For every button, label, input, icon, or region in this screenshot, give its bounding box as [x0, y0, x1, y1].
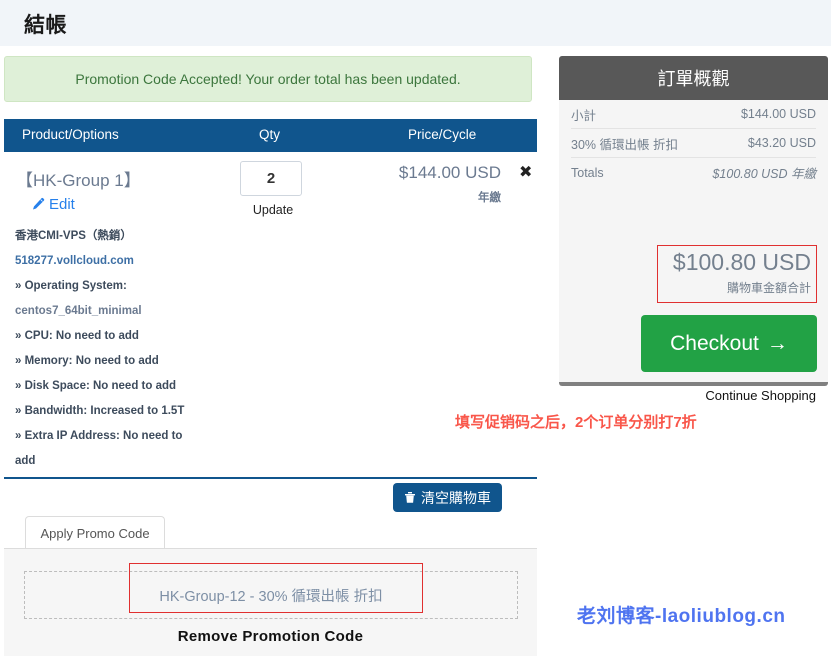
section-divider — [4, 477, 537, 479]
order-summary-heading: 訂單概觀 — [559, 56, 828, 100]
spec-line-5: » Bandwidth: Increased to 1.5T — [15, 405, 185, 417]
column-header-qty: Qty — [259, 127, 281, 142]
summary-row-discount: 30% 循環出帳 折扣 $43.20 USD — [571, 129, 816, 158]
summary-value-totals: $100.80 USD 年繳 — [712, 167, 816, 181]
promo-code-panel: HK-Group-12 - 30% 循環出帳 折扣 Remove Promoti… — [4, 548, 537, 656]
summary-row-subtotal: 小計 $144.00 USD — [571, 100, 816, 129]
spec-line-3: » Memory: No need to add — [15, 355, 159, 367]
close-icon[interactable]: ✖ — [519, 165, 532, 181]
update-quantity-link[interactable]: Update — [247, 203, 299, 217]
edit-product-link[interactable]: Edit — [30, 196, 75, 213]
spec-line-0: » Operating System: — [15, 280, 127, 292]
page-title: 結帳 — [24, 14, 67, 37]
summary-row-totals: Totals $100.80 USD 年繳 — [571, 158, 816, 187]
trash-icon — [404, 491, 416, 504]
tab-label: Apply Promo Code — [40, 525, 150, 541]
summary-value-subtotal: $144.00 USD — [740, 107, 816, 121]
watermark: 老刘博客-laoliublog.cn — [577, 606, 786, 627]
spec-line-4: » Disk Space: No need to add — [15, 380, 177, 392]
page-header: 結帳 — [0, 0, 831, 46]
promotion-accepted-alert: Promotion Code Accepted! Your order tota… — [4, 56, 532, 102]
continue-shopping-link[interactable]: Continue Shopping — [705, 388, 816, 403]
table-row: 【HK-Group 1】 Edit 香港CMI-VPS（熱銷） 518277.v… — [4, 152, 537, 482]
order-summary-body: 小計 $144.00 USD 30% 循環出帳 折扣 $43.20 USD To… — [559, 100, 828, 403]
applied-promo-code: HK-Group-12 - 30% 循環出帳 折扣 — [159, 588, 383, 605]
cart-column: Promotion Code Accepted! Your order tota… — [0, 46, 537, 656]
pencil-icon — [30, 197, 45, 212]
promo-code-input[interactable]: HK-Group-12 - 30% 循環出帳 折扣 — [24, 571, 518, 619]
summary-value-discount: $43.20 USD — [747, 136, 816, 150]
summary-label-subtotal: 小計 — [571, 108, 597, 123]
spec-plan: 香港CMI-VPS（熱銷） — [15, 230, 132, 242]
product-price: $144.00 USD — [398, 163, 501, 182]
cart-total-highlight-box: $100.80 USD 購物車金額合計 — [657, 245, 817, 303]
summary-label-totals: Totals — [571, 165, 604, 180]
order-summary-panel: 訂單概觀 小計 $144.00 USD 30% 循環出帳 折扣 $43.20 U… — [559, 56, 828, 403]
checkout-label: Checkout — [670, 331, 759, 355]
cart-total-amount: $100.80 USD — [672, 249, 811, 275]
product-name: 【HK-Group 1】 — [16, 171, 141, 190]
alert-message: Promotion Code Accepted! Your order tota… — [75, 71, 461, 87]
spec-line-1: centos7_64bit_minimal — [15, 305, 142, 317]
checkout-button[interactable]: Checkout → — [641, 315, 817, 372]
spec-line-2: » CPU: No need to add — [15, 330, 139, 342]
cart-table-header: Product/Options Qty Price/Cycle — [4, 119, 537, 152]
product-billing-cycle: 年繳 — [478, 192, 501, 204]
clear-cart-label: 清空購物車 — [421, 489, 491, 506]
summary-label-discount: 30% 循環出帳 折扣 — [571, 137, 678, 152]
spec-domain: 518277.vollcloud.com — [15, 255, 134, 267]
checkout-page: 結帳 Promotion Code Accepted! Your order t… — [0, 0, 831, 656]
clear-cart-button[interactable]: 清空購物車 — [393, 483, 502, 512]
arrow-right-icon: → — [766, 331, 788, 355]
tab-apply-promo-code[interactable]: Apply Promo Code — [25, 516, 165, 549]
column-header-product: Product/Options — [22, 127, 119, 142]
annotation-note: 填写促销码之后，2个订单分别打7折 — [455, 414, 697, 431]
spec-line-6: » Extra IP Address: No need to — [15, 430, 183, 442]
remove-promotion-code-button[interactable]: Remove Promotion Code — [4, 628, 537, 645]
column-header-price: Price/Cycle — [408, 127, 477, 142]
product-spec-list: 香港CMI-VPS（熱銷） 518277.vollcloud.com » Ope… — [15, 224, 215, 474]
quantity-input[interactable]: 2 — [240, 161, 302, 196]
cart-total-label: 購物車金額合計 — [726, 281, 811, 295]
spec-line-7: add — [15, 455, 36, 467]
edit-label: Edit — [49, 196, 75, 213]
